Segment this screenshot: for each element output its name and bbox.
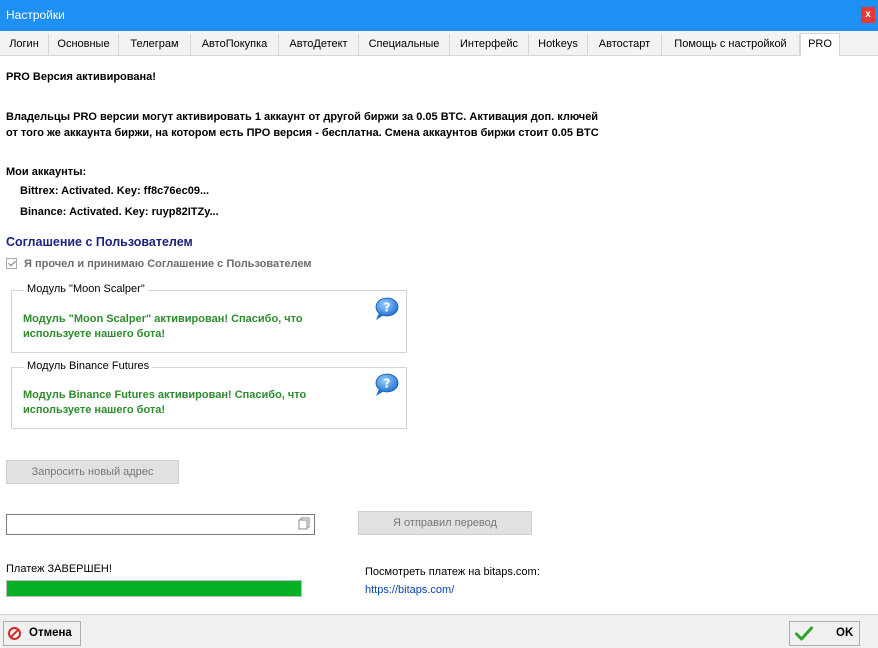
module-binance-futures-title: Модуль Binance Futures: [24, 360, 153, 372]
module-moon-scalper-title: Модуль "Moon Scalper": [24, 283, 148, 295]
close-icon: x: [865, 9, 871, 20]
module-binance-futures-message: Модуль Binance Futures активирован! Спас…: [23, 388, 323, 418]
sent-transfer-button[interactable]: Я отправил перевод: [358, 511, 532, 535]
payment-address-input[interactable]: [6, 514, 315, 535]
tab-special[interactable]: Специальные: [359, 34, 450, 56]
tab-login[interactable]: Логин: [0, 34, 49, 56]
checkmark-icon: [795, 626, 813, 641]
window-title: Настройки: [6, 8, 65, 22]
tab-interface[interactable]: Интерфейс: [450, 34, 529, 56]
ok-label: OK: [836, 627, 854, 639]
agreement-heading: Соглашение с Пользователем: [6, 235, 193, 249]
copy-icon[interactable]: [298, 517, 310, 530]
svg-text:?: ?: [384, 377, 391, 391]
module-moon-scalper-message-line1: Модуль "Moon Scalper" активирован! Спаси…: [23, 313, 303, 325]
agreement-checkbox-label: Я прочел и принимаю Соглашение с Пользов…: [24, 258, 312, 270]
tab-autobuy[interactable]: АвтоПокупка: [191, 34, 279, 56]
bitaps-link[interactable]: https://bitaps.com/: [365, 584, 454, 596]
account-binance: Binance: Activated. Key: ruyp82ITZy...: [20, 206, 219, 218]
payment-progress-bar: [6, 580, 302, 597]
module-moon-scalper-message: Модуль "Moon Scalper" активирован! Спаси…: [23, 312, 323, 342]
cancel-label: Отмена: [29, 627, 72, 639]
module-binance-futures-message-line2: используете нашего бота!: [23, 404, 166, 416]
cancel-button[interactable]: Отмена: [3, 621, 81, 646]
request-new-address-button[interactable]: Запросить новый адрес: [6, 460, 179, 484]
module-binance-futures-message-line1: Модуль Binance Futures активирован! Спас…: [23, 389, 307, 401]
tab-hotkeys[interactable]: Hotkeys: [529, 34, 588, 56]
tab-autostart[interactable]: Автостарт: [588, 34, 662, 56]
cancel-icon: [8, 627, 21, 640]
module-binance-futures: Модуль Binance Futures Модуль Binance Fu…: [11, 360, 407, 429]
pro-status: PRO Версия активирована!: [6, 71, 156, 83]
pro-info-line1: Владельцы PRO версии могут активировать …: [6, 111, 599, 123]
pro-info-line2: от того же аккаунта биржи, на котором ес…: [6, 127, 599, 139]
payment-status: Платеж ЗАВЕРШЕН!: [6, 563, 112, 575]
close-button[interactable]: x: [861, 7, 875, 23]
tab-strip: Логин Основные Телеграм АвтоПокупка Авто…: [0, 31, 878, 56]
account-bittrex: Bittrex: Activated. Key: ff8c76ec09...: [20, 185, 210, 197]
bottom-bar: Отмена OK: [0, 614, 878, 648]
tab-pro[interactable]: PRO: [800, 33, 840, 56]
help-bubble-icon[interactable]: ?: [373, 297, 399, 321]
tab-telegram[interactable]: Телеграм: [119, 34, 191, 56]
accounts-heading: Мои аккаунты:: [6, 166, 87, 178]
agreement-checkbox[interactable]: [6, 258, 17, 269]
help-bubble-icon[interactable]: ?: [373, 373, 399, 397]
module-moon-scalper-message-line2: используете нашего бота!: [23, 328, 166, 340]
title-bar: Настройки x: [0, 0, 878, 31]
tab-main[interactable]: Основные: [49, 34, 119, 56]
tab-autodetect[interactable]: АвтоДетект: [279, 34, 359, 56]
svg-text:?: ?: [384, 301, 391, 315]
payment-progress-fill: [7, 581, 301, 596]
tab-setup-help[interactable]: Помощь с настройкой: [662, 34, 800, 56]
ok-button[interactable]: OK: [789, 621, 860, 646]
view-payment-label: Посмотреть платеж на bitaps.com:: [365, 566, 540, 578]
module-moon-scalper: Модуль "Moon Scalper" Модуль "Moon Scalp…: [11, 283, 407, 353]
